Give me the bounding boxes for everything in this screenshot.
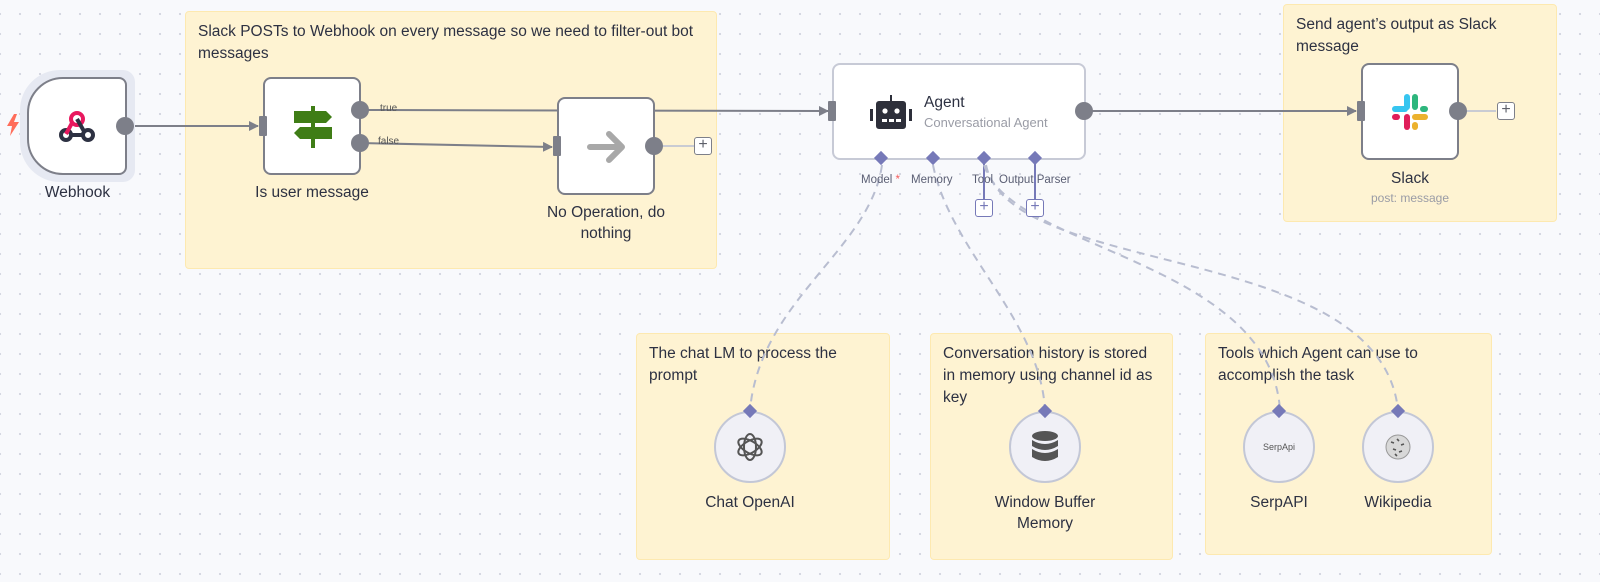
database-icon bbox=[1032, 431, 1058, 461]
signpost-icon bbox=[294, 106, 332, 148]
memory-node-label: Window Buffer Memory bbox=[994, 494, 1096, 532]
agent-output-handle[interactable] bbox=[1075, 102, 1093, 120]
slack-node[interactable] bbox=[1361, 63, 1459, 160]
edge-tool-to-wikipedia[interactable] bbox=[985, 164, 1399, 411]
wikipedia-node-label: Wikipedia bbox=[1364, 494, 1432, 511]
model-connector-label: Model * bbox=[861, 174, 901, 186]
robot-icon bbox=[870, 95, 912, 129]
noop-output-handle[interactable] bbox=[645, 137, 663, 155]
if-false-output-handle[interactable] bbox=[351, 134, 369, 152]
memory-node[interactable] bbox=[1009, 411, 1081, 483]
slack-icon bbox=[1392, 94, 1428, 130]
edge-model-to-openai[interactable] bbox=[749, 164, 883, 411]
openai-node-label: Chat OpenAI bbox=[705, 494, 795, 511]
output-parser-connector-label: Output Parser bbox=[999, 174, 1071, 186]
agent-node-subtitle: Conversational Agent bbox=[924, 115, 1048, 130]
noop-node-label: No Operation, do nothing bbox=[546, 204, 666, 242]
if-input-handle[interactable] bbox=[259, 116, 267, 136]
required-mark: * bbox=[895, 174, 901, 186]
if-node[interactable] bbox=[263, 77, 361, 175]
noop-node[interactable] bbox=[557, 97, 655, 195]
webhook-node[interactable] bbox=[27, 77, 127, 175]
webhook-output-handle[interactable] bbox=[116, 117, 134, 135]
if-true-output-handle[interactable] bbox=[351, 101, 369, 119]
noop-add-node-button[interactable]: + bbox=[694, 137, 712, 155]
agent-node-title: Agent bbox=[924, 94, 965, 111]
webhook-node-label: Webhook bbox=[44, 184, 111, 201]
add-output-parser-button[interactable]: + bbox=[1026, 199, 1044, 217]
serpapi-icon: SerpApi bbox=[1262, 442, 1296, 452]
trigger-bolt-icon bbox=[7, 114, 19, 136]
wikipedia-node[interactable] bbox=[1362, 411, 1434, 483]
slack-node-subtitle: post: message bbox=[1370, 191, 1450, 205]
tool-connector-label: Tool bbox=[972, 174, 994, 186]
agent-node[interactable]: Agent Conversational Agent bbox=[832, 63, 1086, 160]
arrow-right-icon bbox=[587, 131, 625, 163]
add-tool-button[interactable]: + bbox=[975, 199, 993, 217]
slack-node-label: Slack bbox=[1391, 170, 1429, 187]
slack-add-node-button[interactable]: + bbox=[1497, 102, 1515, 120]
serpapi-node[interactable]: SerpApi bbox=[1243, 411, 1315, 483]
openai-icon bbox=[737, 433, 763, 461]
false-branch-label: false bbox=[378, 136, 400, 147]
webhook-icon bbox=[59, 111, 95, 142]
slack-input-handle[interactable] bbox=[1357, 101, 1365, 121]
openai-node[interactable] bbox=[714, 411, 786, 483]
slack-output-handle[interactable] bbox=[1449, 102, 1467, 120]
if-node-label: Is user message bbox=[255, 184, 369, 201]
wikipedia-globe-icon bbox=[1385, 434, 1411, 460]
memory-connector-label: Memory bbox=[911, 174, 953, 186]
true-branch-label: true bbox=[380, 103, 398, 114]
noop-input-handle[interactable] bbox=[553, 136, 561, 156]
agent-input-handle[interactable] bbox=[828, 101, 836, 121]
